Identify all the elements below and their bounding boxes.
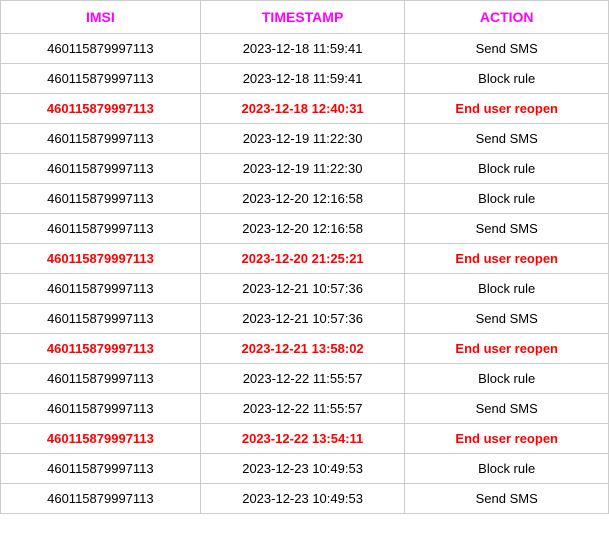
cell-action: Block rule — [405, 184, 609, 214]
cell-imsi: 460115879997113 — [1, 64, 201, 94]
table-row: 4601158799971132023-12-21 10:57:36Block … — [1, 274, 609, 304]
cell-timestamp: 2023-12-22 11:55:57 — [200, 364, 405, 394]
cell-timestamp: 2023-12-19 11:22:30 — [200, 154, 405, 184]
cell-action: Send SMS — [405, 394, 609, 424]
cell-imsi: 460115879997113 — [1, 394, 201, 424]
cell-timestamp: 2023-12-19 11:22:30 — [200, 124, 405, 154]
cell-imsi: 460115879997113 — [1, 94, 201, 124]
cell-action: Block rule — [405, 64, 609, 94]
table-row: 4601158799971132023-12-23 10:49:53Send S… — [1, 484, 609, 514]
table-row: 4601158799971132023-12-22 11:55:57Send S… — [1, 394, 609, 424]
table-row: 4601158799971132023-12-18 11:59:41Block … — [1, 64, 609, 94]
cell-timestamp: 2023-12-23 10:49:53 — [200, 454, 405, 484]
cell-action: Send SMS — [405, 214, 609, 244]
cell-action: End user reopen — [405, 94, 609, 124]
table-row: 4601158799971132023-12-20 21:25:21End us… — [1, 244, 609, 274]
cell-timestamp: 2023-12-20 21:25:21 — [200, 244, 405, 274]
cell-timestamp: 2023-12-18 11:59:41 — [200, 34, 405, 64]
cell-action: Block rule — [405, 154, 609, 184]
table-row: 4601158799971132023-12-21 10:57:36Send S… — [1, 304, 609, 334]
cell-action: Send SMS — [405, 34, 609, 64]
cell-timestamp: 2023-12-21 13:58:02 — [200, 334, 405, 364]
cell-action: End user reopen — [405, 334, 609, 364]
table-row: 4601158799971132023-12-23 10:49:53Block … — [1, 454, 609, 484]
cell-imsi: 460115879997113 — [1, 304, 201, 334]
cell-timestamp: 2023-12-23 10:49:53 — [200, 484, 405, 514]
cell-imsi: 460115879997113 — [1, 274, 201, 304]
cell-action: Block rule — [405, 274, 609, 304]
cell-imsi: 460115879997113 — [1, 424, 201, 454]
table-row: 4601158799971132023-12-20 12:16:58Block … — [1, 184, 609, 214]
data-table: IMSI TIMESTAMP ACTION 460115879997113202… — [0, 0, 609, 514]
cell-imsi: 460115879997113 — [1, 34, 201, 64]
cell-imsi: 460115879997113 — [1, 454, 201, 484]
cell-action: Block rule — [405, 364, 609, 394]
cell-imsi: 460115879997113 — [1, 154, 201, 184]
header-timestamp: TIMESTAMP — [200, 1, 405, 34]
cell-imsi: 460115879997113 — [1, 124, 201, 154]
cell-imsi: 460115879997113 — [1, 244, 201, 274]
table-row: 4601158799971132023-12-22 11:55:57Block … — [1, 364, 609, 394]
cell-timestamp: 2023-12-22 11:55:57 — [200, 394, 405, 424]
cell-action: Send SMS — [405, 304, 609, 334]
table-row: 4601158799971132023-12-21 13:58:02End us… — [1, 334, 609, 364]
table-row: 4601158799971132023-12-18 11:59:41Send S… — [1, 34, 609, 64]
cell-timestamp: 2023-12-22 13:54:11 — [200, 424, 405, 454]
table-row: 4601158799971132023-12-22 13:54:11End us… — [1, 424, 609, 454]
cell-imsi: 460115879997113 — [1, 484, 201, 514]
cell-timestamp: 2023-12-18 12:40:31 — [200, 94, 405, 124]
table-row: 4601158799971132023-12-18 12:40:31End us… — [1, 94, 609, 124]
cell-timestamp: 2023-12-20 12:16:58 — [200, 184, 405, 214]
cell-action: End user reopen — [405, 244, 609, 274]
table-row: 4601158799971132023-12-19 11:22:30Send S… — [1, 124, 609, 154]
cell-action: Send SMS — [405, 484, 609, 514]
cell-imsi: 460115879997113 — [1, 334, 201, 364]
cell-action: End user reopen — [405, 424, 609, 454]
cell-timestamp: 2023-12-20 12:16:58 — [200, 214, 405, 244]
cell-imsi: 460115879997113 — [1, 184, 201, 214]
table-header-row: IMSI TIMESTAMP ACTION — [1, 1, 609, 34]
cell-action: Block rule — [405, 454, 609, 484]
cell-timestamp: 2023-12-18 11:59:41 — [200, 64, 405, 94]
cell-timestamp: 2023-12-21 10:57:36 — [200, 274, 405, 304]
header-action: ACTION — [405, 1, 609, 34]
header-imsi: IMSI — [1, 1, 201, 34]
cell-imsi: 460115879997113 — [1, 214, 201, 244]
cell-action: Send SMS — [405, 124, 609, 154]
table-row: 4601158799971132023-12-19 11:22:30Block … — [1, 154, 609, 184]
cell-imsi: 460115879997113 — [1, 364, 201, 394]
table-row: 4601158799971132023-12-20 12:16:58Send S… — [1, 214, 609, 244]
cell-timestamp: 2023-12-21 10:57:36 — [200, 304, 405, 334]
